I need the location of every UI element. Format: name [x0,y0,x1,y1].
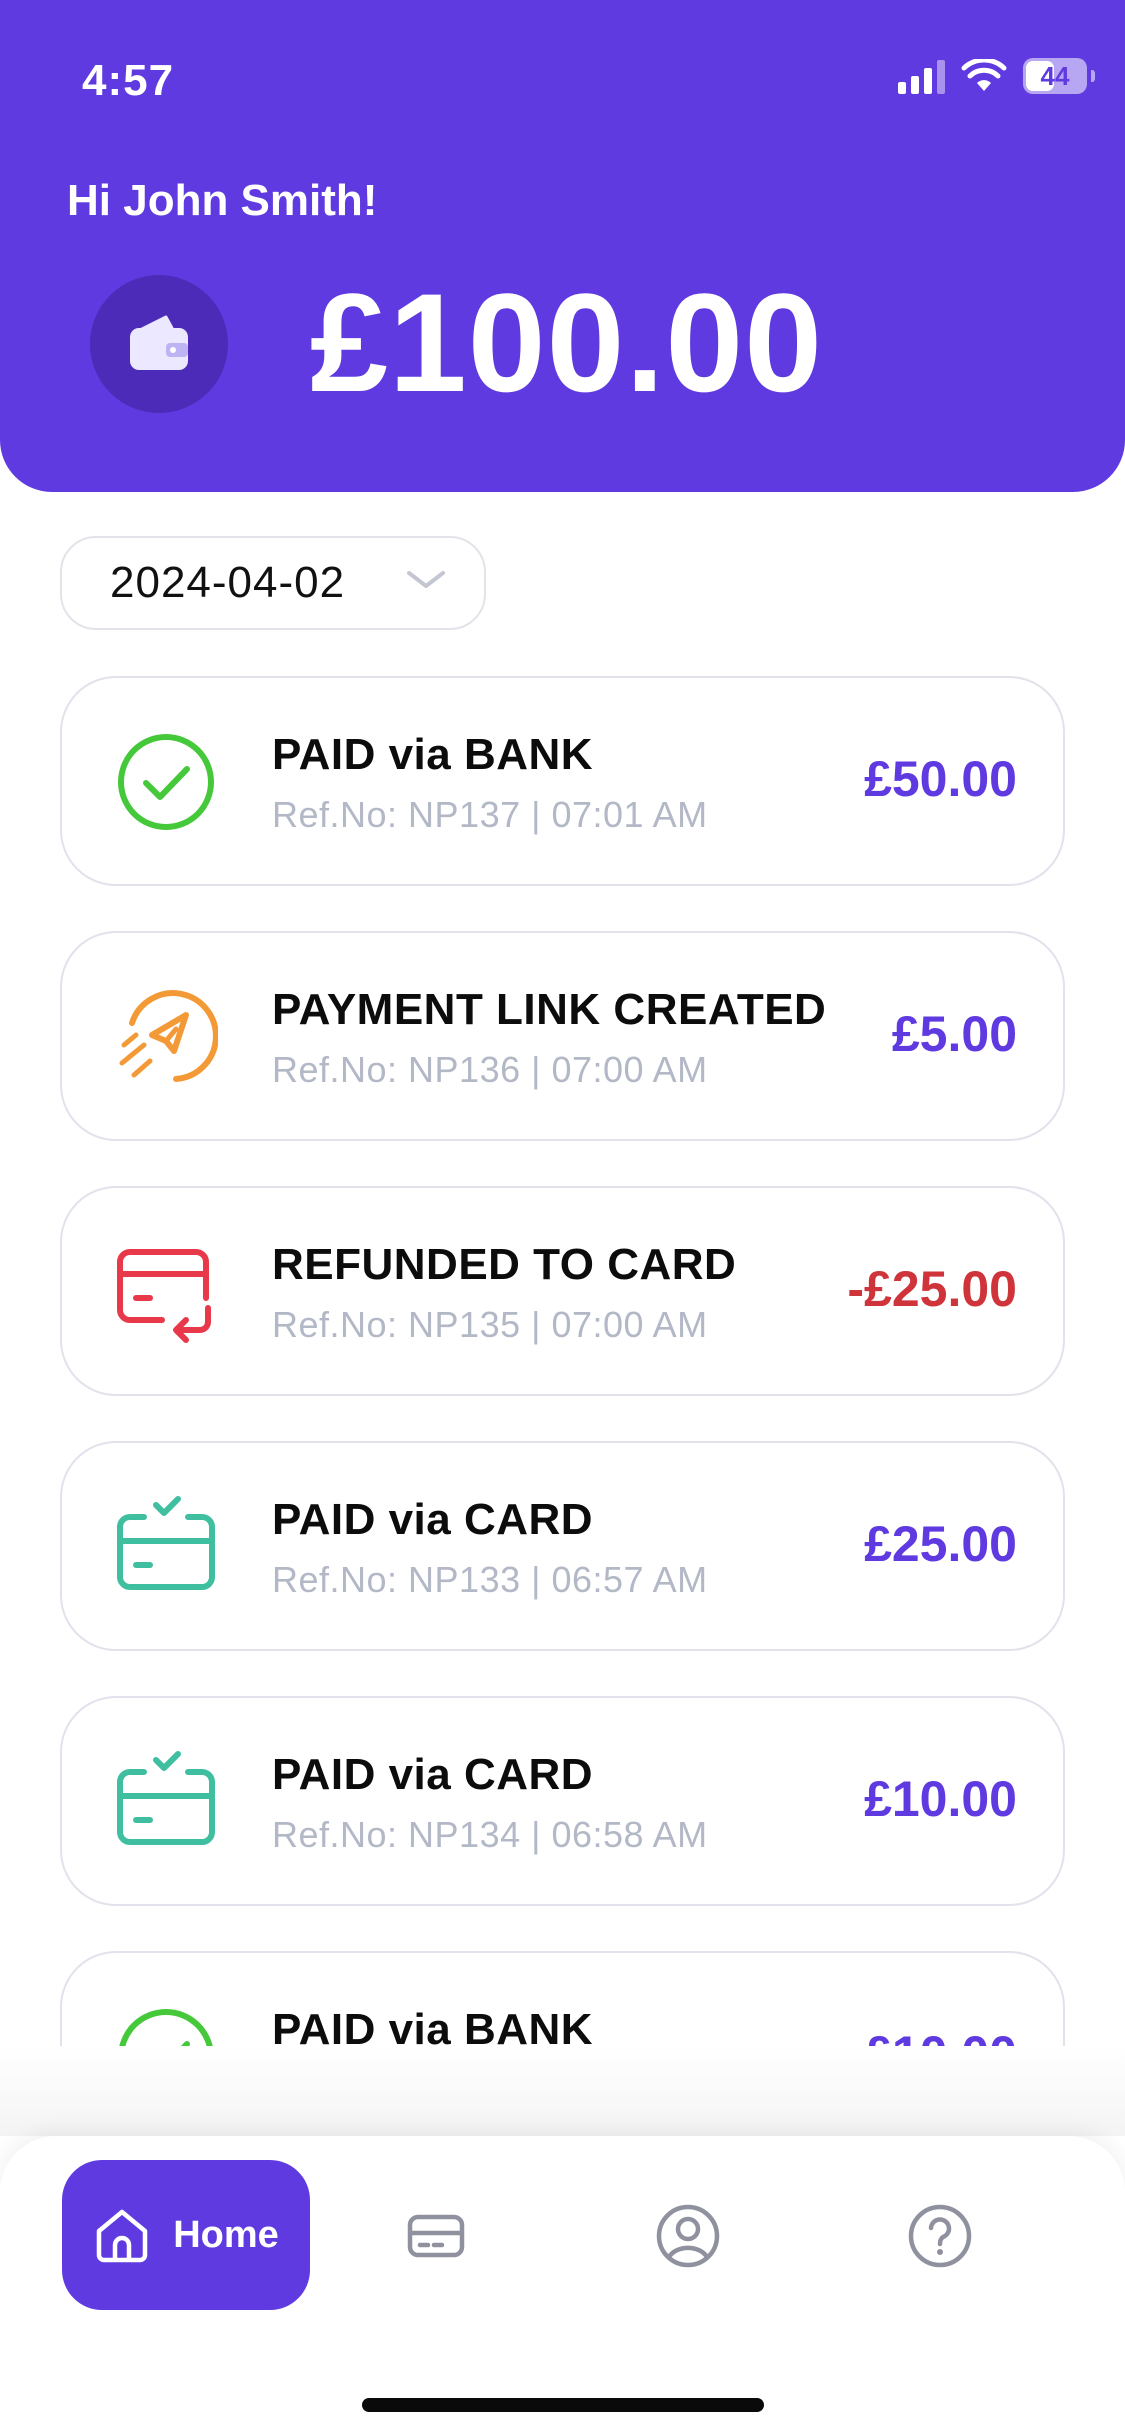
greeting-text: Hi John Smith! [67,176,378,225]
battery-level: 44 [1040,60,1070,91]
home-indicator[interactable] [362,2398,764,2412]
transaction-card[interactable]: PAID via CARD Ref.No: NP133 | 06:57 AM £… [60,1441,1065,1651]
transaction-ref: Ref.No: NP136 | 07:00 AM [272,1049,708,1090]
status-time: 4:57 [82,56,175,105]
transaction-card[interactable]: PAYMENT LINK CREATED Ref.No: NP136 | 07:… [60,931,1065,1141]
transaction-title: PAID via BANK [272,2005,594,2046]
balance-amount: £100.00 [310,264,824,421]
nav-home-button[interactable]: Home [62,2160,310,2310]
help-icon [908,2204,972,2268]
transaction-ref: Ref.No: NP133 | 06:57 AM [272,1559,708,1600]
transaction-card[interactable]: PAID via BANK Ref.No: NP137 | 07:01 AM £… [60,676,1065,886]
check-circle-icon [118,734,214,830]
card-refund-icon [117,1249,211,1343]
nav-help-button[interactable] [900,2196,980,2276]
transaction-ref: Ref.No: NP134 | 06:58 AM [272,1814,708,1855]
transaction-amount: £25.00 [864,1516,1017,1572]
transaction-ref: Ref.No: NP137 | 07:01 AM [272,794,708,835]
transaction-amount: £50.00 [864,751,1017,807]
card-check-icon [117,1751,215,1845]
transaction-amount: £10.00 [864,2025,1017,2046]
transaction-amount: £10.00 [864,1771,1017,1827]
transaction-title: PAID via BANK [272,730,594,779]
list-fade [0,2046,1125,2136]
nav-home-label: Home [173,2213,279,2256]
chevron-down-icon [407,571,445,588]
transaction-amount: £5.00 [891,1006,1017,1062]
transaction-list[interactable]: PAID via BANK Ref.No: NP137 | 07:01 AM £… [60,676,1065,2046]
transaction-title: PAYMENT LINK CREATED [272,985,827,1034]
card-icon [407,2214,465,2258]
status-icons: 44 [898,58,1095,94]
battery-icon: 44 [1023,58,1095,94]
date-filter-dropdown[interactable]: 2024-04-02 [60,536,486,630]
transaction-card[interactable]: PAID via BANK £10.00 [60,1951,1065,2046]
transaction-title: PAID via CARD [272,1750,594,1799]
nav-cards-button[interactable] [396,2196,476,2276]
transaction-title: REFUNDED TO CARD [272,1240,737,1289]
transaction-amount: -£25.00 [847,1261,1017,1317]
send-link-icon [119,990,218,1082]
transaction-card[interactable]: REFUNDED TO CARD Ref.No: NP135 | 07:00 A… [60,1186,1065,1396]
home-icon [96,2209,148,2263]
bottom-nav: Home [0,2136,1125,2436]
balance-header: 4:57 44 Hi John Smith! £100.00 [0,0,1125,492]
wifi-icon [961,59,1007,91]
card-check-icon [117,1496,215,1590]
transaction-title: PAID via CARD [272,1495,594,1544]
app-screen: 4:57 44 Hi John Smith! £100.00 2024-04-0… [0,0,1125,2436]
transaction-ref: Ref.No: NP135 | 07:00 AM [272,1304,708,1345]
cellular-signal-icon [898,58,945,94]
profile-icon [656,2204,720,2268]
nav-profile-button[interactable] [648,2196,728,2276]
transaction-card[interactable]: PAID via CARD Ref.No: NP134 | 06:58 AM £… [60,1696,1065,1906]
date-filter-value: 2024-04-02 [110,558,346,607]
wallet-icon [90,275,228,413]
check-circle-icon [119,2009,213,2046]
